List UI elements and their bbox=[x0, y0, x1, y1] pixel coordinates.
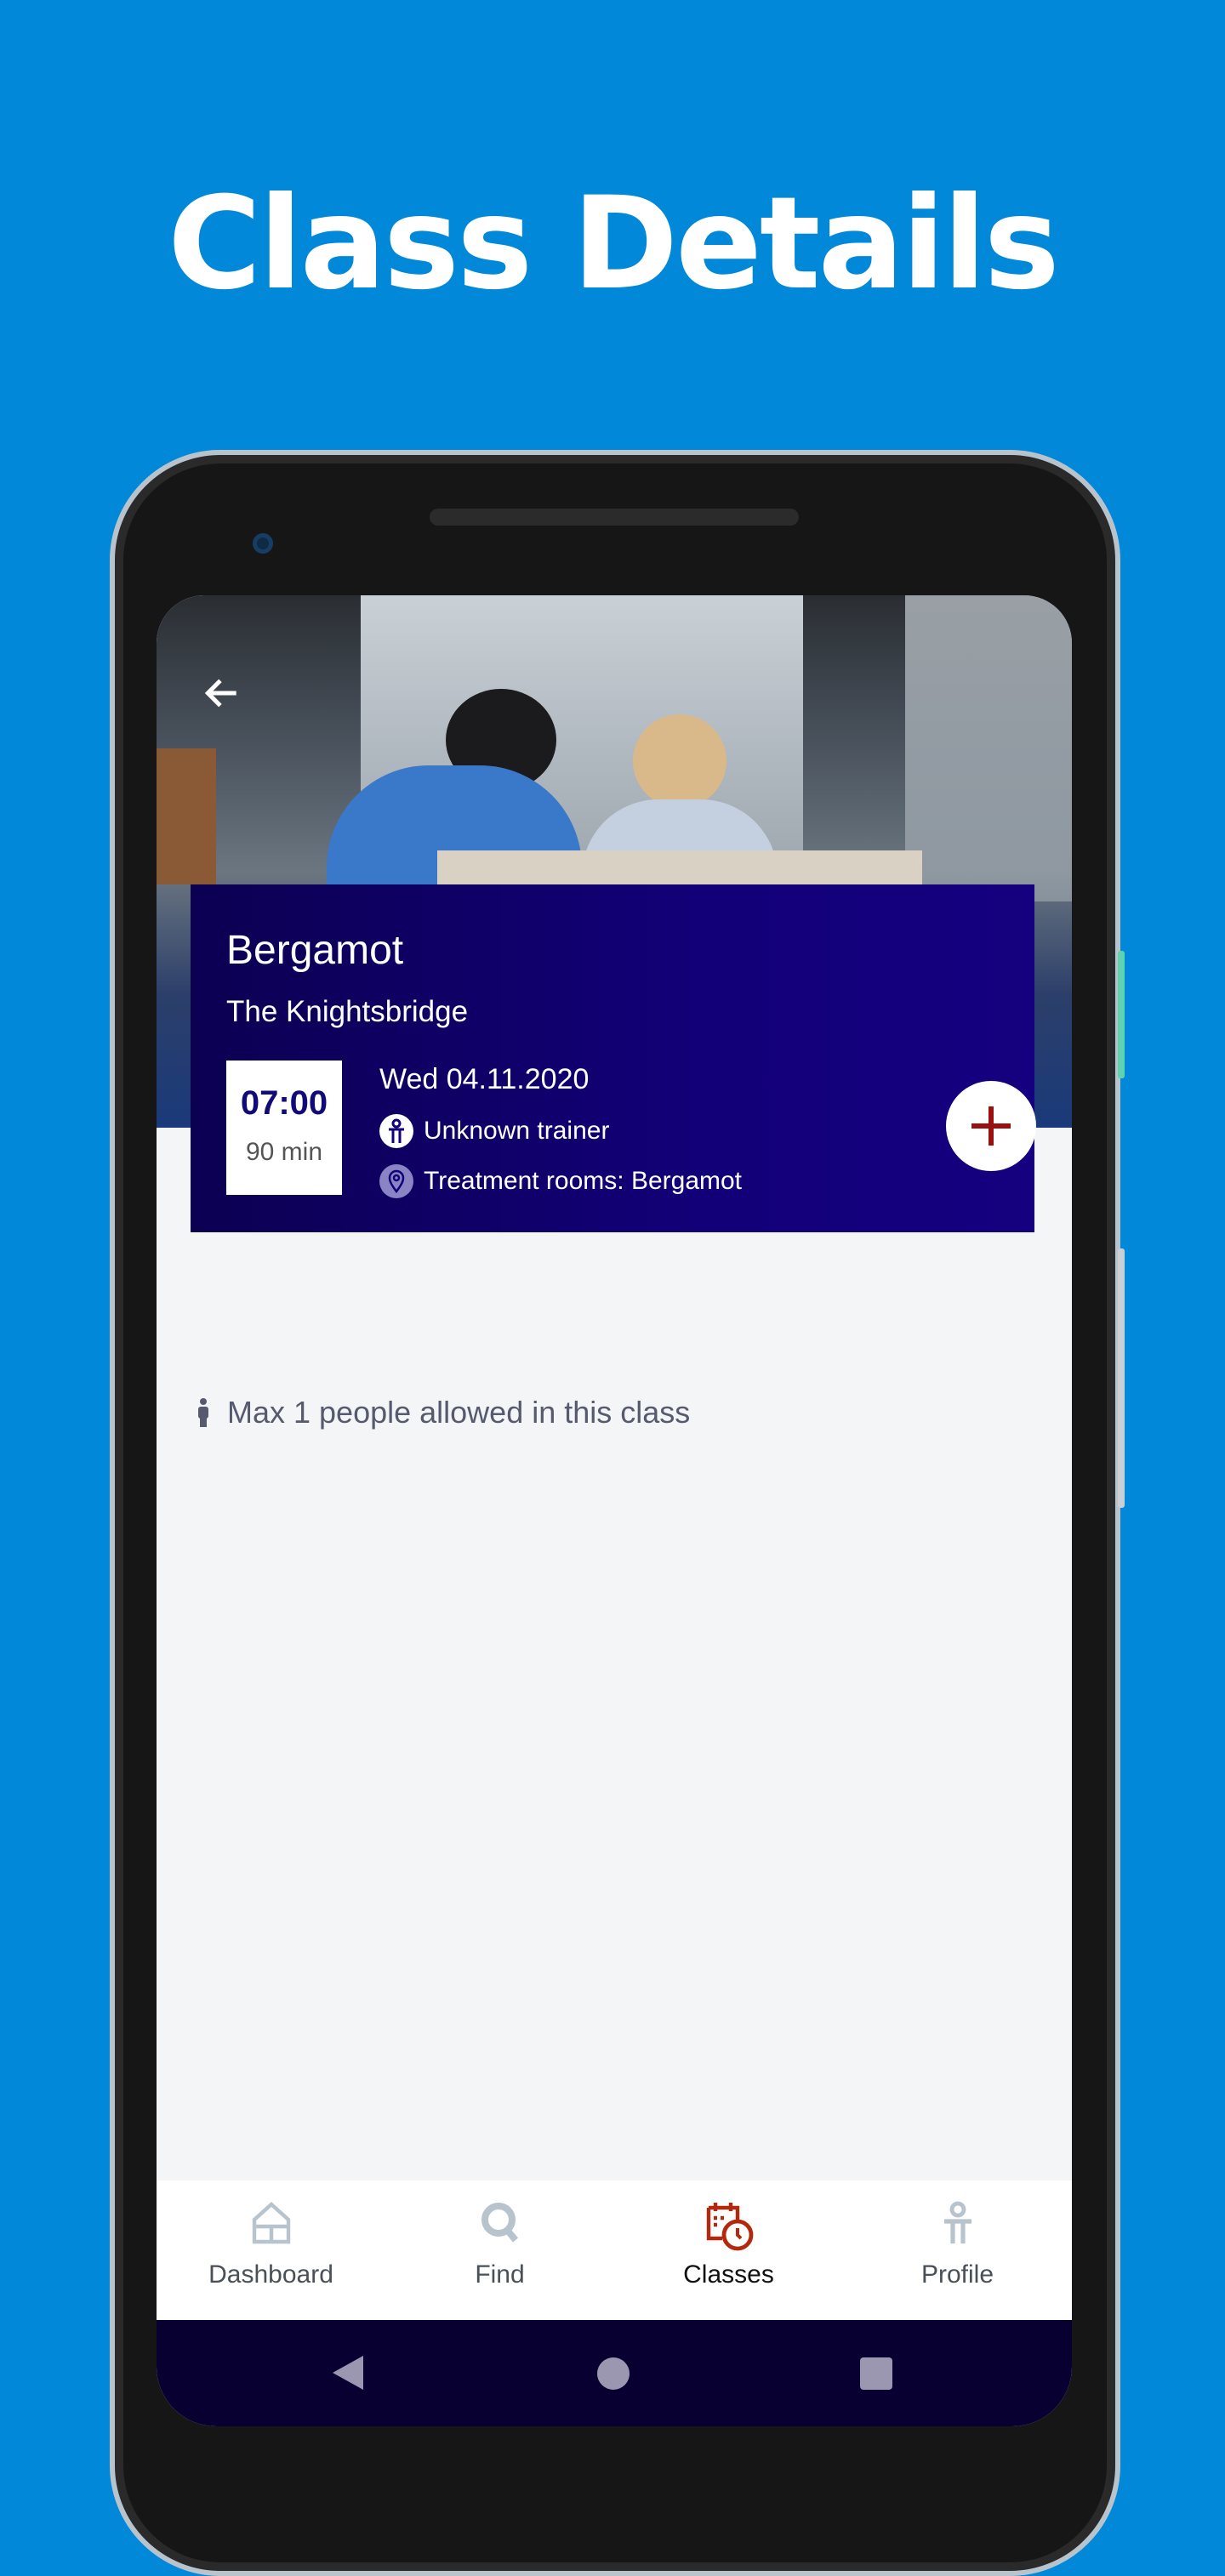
time-box: 07:00 90 min bbox=[226, 1061, 342, 1195]
nav-profile[interactable]: Profile bbox=[843, 2181, 1072, 2320]
system-back-icon[interactable] bbox=[331, 2354, 365, 2391]
location-row: Treatment rooms: Bergamot bbox=[379, 1164, 742, 1198]
phone-speaker bbox=[430, 509, 799, 526]
nav-label: Dashboard bbox=[208, 2260, 333, 2289]
person-icon bbox=[943, 2201, 971, 2243]
plus-icon bbox=[971, 1106, 1011, 1146]
trainer-name: Unknown trainer bbox=[424, 1117, 610, 1145]
volume-button bbox=[1118, 1248, 1125, 1508]
arrow-left-icon bbox=[204, 679, 236, 708]
class-card: Bergamot The Knightsbridge 07:00 90 min … bbox=[191, 884, 1036, 1232]
add-to-classes-button[interactable] bbox=[946, 1081, 1036, 1171]
page-headline: Class Details bbox=[168, 170, 1060, 318]
system-navigation-bar bbox=[157, 2320, 1072, 2426]
nav-classes[interactable]: Classes bbox=[614, 2181, 843, 2320]
nav-find[interactable]: Find bbox=[385, 2181, 614, 2320]
power-button bbox=[1118, 951, 1125, 1078]
home-icon bbox=[252, 2202, 290, 2244]
trainer-icon bbox=[379, 1114, 413, 1148]
class-venue: The Knightsbridge bbox=[226, 995, 469, 1028]
capacity-text: Max 1 people allowed in this class bbox=[227, 1395, 691, 1430]
class-time: 07:00 bbox=[240, 1084, 328, 1122]
nav-label: Classes bbox=[683, 2260, 774, 2289]
class-title: Bergamot bbox=[226, 928, 404, 973]
bottom-navigation: Dashboard Find Classes Profile bbox=[157, 2181, 1072, 2320]
class-date: Wed 04.11.2020 bbox=[379, 1063, 590, 1095]
nav-label: Profile bbox=[920, 2260, 994, 2289]
location-name: Treatment rooms: Bergamot bbox=[424, 1167, 743, 1195]
app-screen: Bergamot The Knightsbridge 07:00 90 min … bbox=[157, 595, 1072, 2426]
back-button[interactable] bbox=[201, 672, 243, 719]
system-recents-icon[interactable] bbox=[860, 2357, 892, 2390]
capacity-info: Max 1 people allowed in this class bbox=[197, 1395, 690, 1430]
location-pin-icon bbox=[379, 1164, 413, 1198]
trainer-row: Unknown trainer bbox=[379, 1114, 609, 1148]
nav-label: Find bbox=[475, 2260, 525, 2289]
class-duration: 90 min bbox=[245, 1138, 323, 1166]
search-icon bbox=[481, 2203, 518, 2243]
nav-dashboard[interactable]: Dashboard bbox=[157, 2181, 385, 2320]
calendar-clock-icon bbox=[706, 2203, 753, 2251]
system-home-icon[interactable] bbox=[597, 2357, 630, 2390]
phone-camera bbox=[253, 533, 273, 554]
person-icon bbox=[198, 1398, 208, 1427]
